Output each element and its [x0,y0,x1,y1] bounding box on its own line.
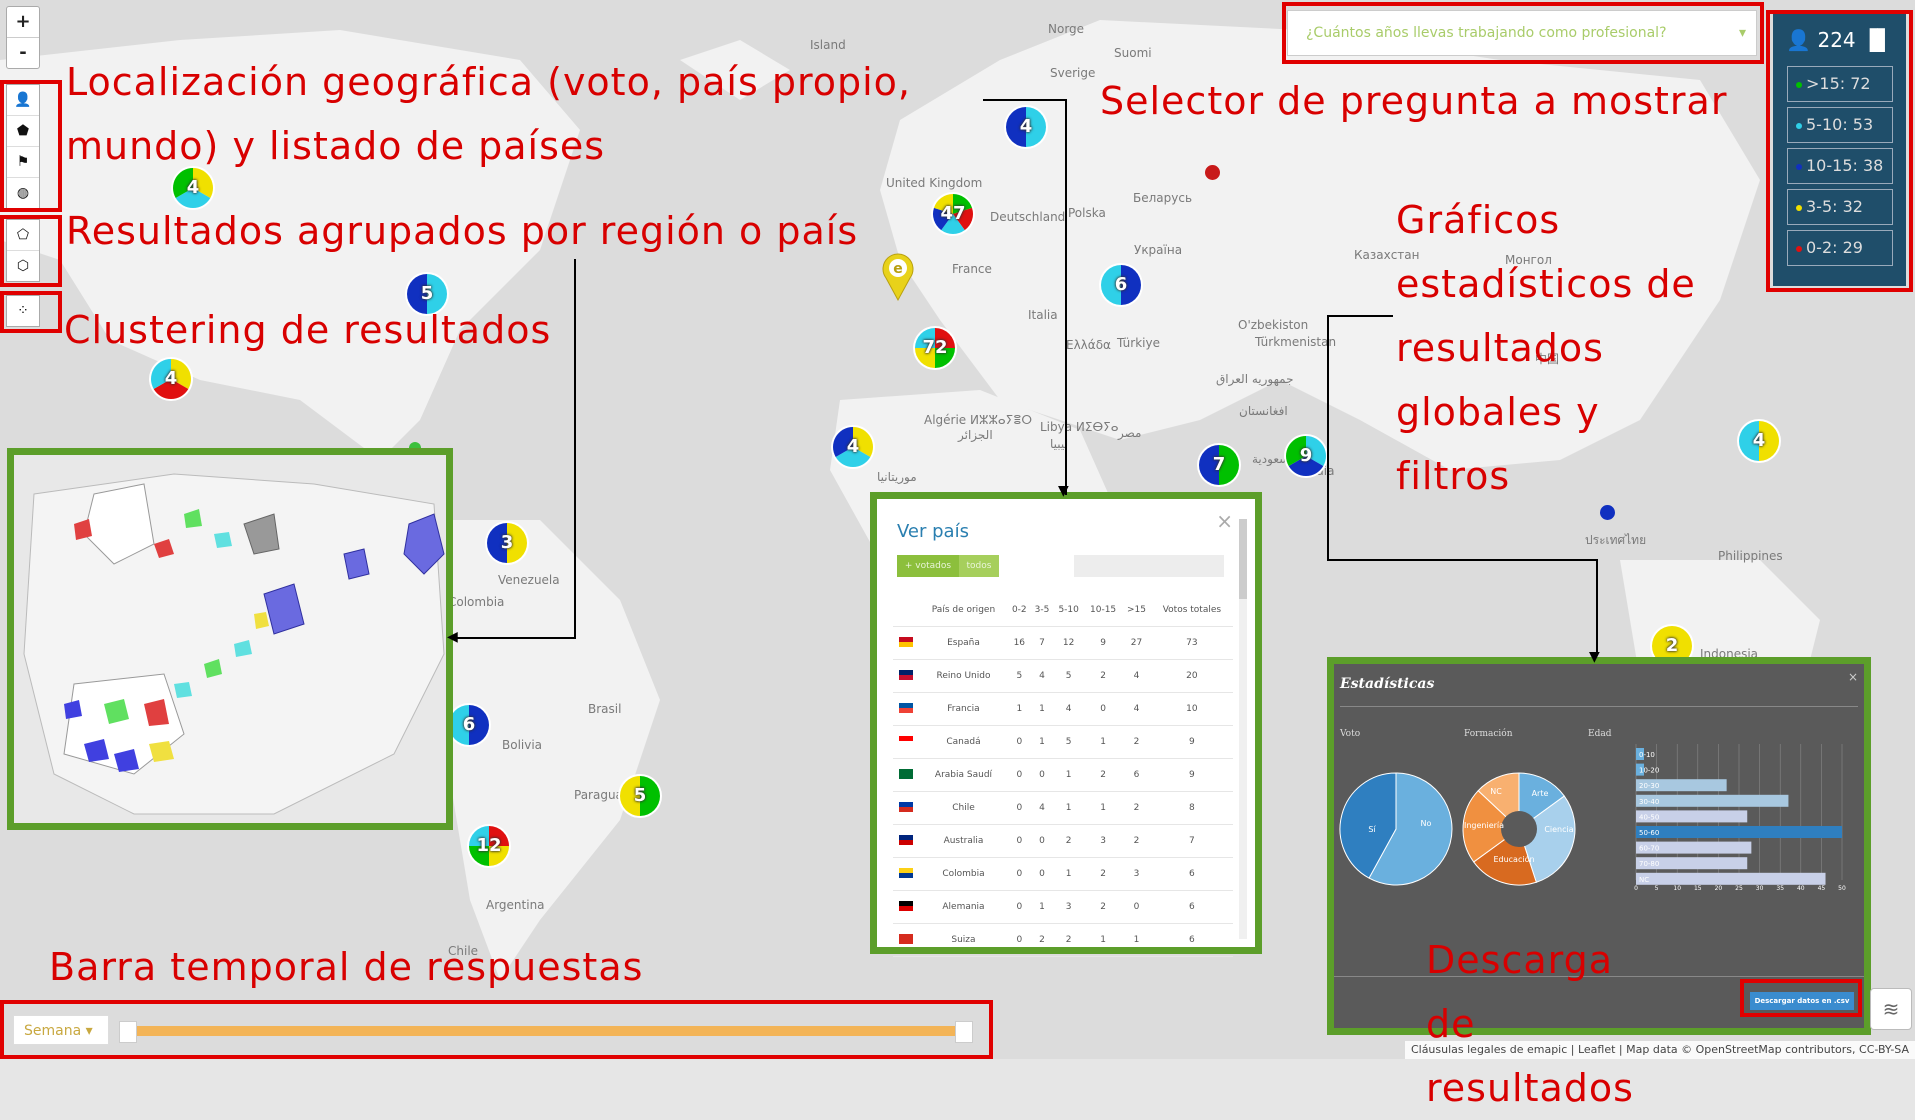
map-place-label: Philippines [1718,549,1783,563]
cluster-count: 5 [633,785,647,806]
map-place-label: مصر [1118,426,1142,440]
map-place-label: الجزائر [958,428,993,442]
map-place-label: United Kingdom [886,176,983,190]
annotation-download: Descarga de resultados [1426,938,1634,1110]
highlight-question-select [1282,2,1764,64]
map-place-label: جمهوريه العراق [1216,372,1294,386]
vote-cluster-marker[interactable]: 72 [912,325,958,371]
vote-cluster-marker[interactable]: 7 [1196,442,1242,488]
connector-line [1327,559,1598,561]
map-place-label: Libya ⵍⵉⴱⵢⴰ [1040,420,1119,434]
highlight-cluster-control [0,291,62,333]
annotation-grouped: Resultados agrupados por región o país [66,209,859,253]
cluster-count: 3 [500,532,514,553]
arrow-left-icon: ◀ [447,629,458,645]
map-place-label: Deutschland [990,210,1066,224]
connector-line [1065,99,1067,495]
map-place-label: Polska [1068,206,1106,220]
single-vote-marker[interactable] [1205,165,1220,180]
zoom-out-button[interactable]: - [7,38,39,68]
vote-cluster-marker[interactable]: 4 [830,424,876,470]
layers-icon[interactable]: ≋ [1870,988,1912,1030]
annotation-selector: Selector de pregunta a mostrar [1100,79,1728,123]
map-place-label: Ελλάδα [1066,338,1111,352]
map-place-label: France [952,262,992,276]
highlight-geo-controls [0,80,62,212]
highlight-time-bar [0,1000,993,1059]
annotation-graphs: Gráficos estadísticos de resultados glob… [1396,198,1696,498]
svg-text:e: e [893,261,903,277]
map-place-label: Brasil [588,702,622,716]
cluster-count: 4 [846,436,860,457]
cluster-count: 9 [1299,445,1313,466]
map-place-label: Sverige [1050,66,1096,80]
arrow-down-icon: ▼ [1058,483,1069,499]
vote-cluster-marker[interactable]: 4 [148,356,194,402]
map-place-label: Türkiye [1117,336,1160,350]
vote-cluster-marker[interactable]: 5 [617,773,663,819]
annotation-geo: Localización geográfica (voto, país prop… [66,60,911,168]
vote-cluster-marker[interactable]: 6 [1098,262,1144,308]
connector-line [455,637,576,639]
connector-line [983,99,1067,101]
vote-cluster-marker[interactable]: 9 [1283,433,1329,479]
vote-cluster-marker[interactable]: 3 [484,520,530,566]
cluster-count: 6 [1114,274,1128,295]
annotation-timebar: Barra temporal de respuestas [49,945,644,989]
map-place-label: Беларусь [1133,191,1193,205]
zoom-in-button[interactable]: + [7,7,39,38]
cluster-count: 7 [1212,454,1226,475]
highlight-stats-box [1766,10,1913,292]
cluster-count: 12 [476,835,502,856]
map-place-label: Italia [1028,308,1058,322]
highlight-download-button [1740,979,1862,1017]
map-place-label: ประเทศไทย [1585,533,1647,547]
highlight-region-inset [7,448,453,830]
map-place-label: Algérie ⵍⵣⵣⴰⵢⴻⵔ [924,413,1033,427]
map-place-label: افغانستان [1239,404,1288,418]
cluster-count: 4 [164,368,178,389]
map-place-label: Norge [1048,22,1085,36]
zoom-control: + - [6,6,40,69]
map-place-label: Argentina [486,898,545,912]
map-place-label: Türkmenistan [1255,335,1337,349]
map-place-label: Україна [1134,243,1183,257]
cluster-count: 72 [922,337,948,358]
cluster-count: 4 [1019,116,1033,137]
highlight-country-panel [870,492,1262,954]
map-place-label: Venezuela [498,573,560,587]
map-place-label: Colombia [448,595,505,609]
vote-cluster-marker[interactable]: 4 [1736,418,1782,464]
vote-cluster-marker[interactable]: 12 [466,823,512,869]
map-place-label: موريتانيا [877,470,917,484]
vote-cluster-marker[interactable]: 4 [1003,104,1049,150]
map-place-label: O'zbekiston [1238,318,1309,332]
map-place-label: Suomi [1114,46,1152,60]
connector-line [1327,315,1393,317]
highlight-group-controls [0,215,62,287]
connector-line [1596,559,1598,653]
connector-line [1327,315,1329,561]
connector-line [574,259,576,639]
map-place-label: Bolivia [502,738,543,752]
cluster-count: 4 [1752,430,1766,451]
arrow-down-icon: ▼ [1589,649,1600,665]
